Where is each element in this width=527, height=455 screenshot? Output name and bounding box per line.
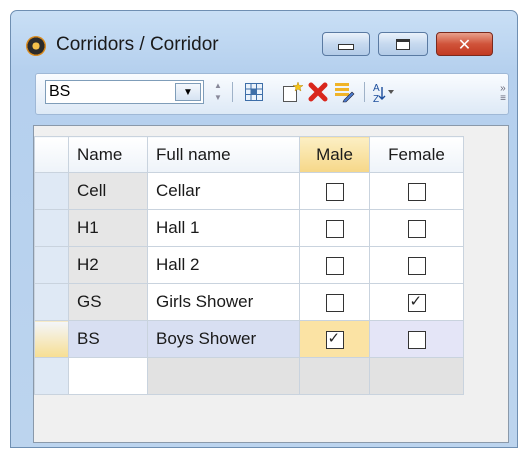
- spin-up-icon[interactable]: ▲: [212, 80, 224, 92]
- cell-female[interactable]: [369, 172, 464, 210]
- checkbox-unchecked[interactable]: [325, 293, 344, 312]
- cell-name[interactable]: BS: [68, 320, 148, 358]
- checkmark-icon: ✓: [409, 291, 423, 310]
- row-selector[interactable]: [34, 320, 69, 358]
- delete-icon-button[interactable]: [306, 80, 330, 104]
- window-title: Corridors / Corridor: [56, 34, 219, 55]
- checkmark-icon: ✓: [327, 328, 341, 347]
- toolbar-separator: [364, 82, 365, 102]
- record-selector-value: BS: [49, 83, 71, 100]
- cell-name[interactable]: H2: [68, 246, 148, 284]
- column-header-full-name[interactable]: Full name: [147, 136, 300, 173]
- cell-female[interactable]: [369, 209, 464, 247]
- chevron-down-icon: ▼: [183, 86, 193, 98]
- cell-female[interactable]: [369, 246, 464, 284]
- row-selector-header[interactable]: [34, 136, 69, 173]
- row-selector[interactable]: [34, 246, 69, 284]
- maximize-button[interactable]: [378, 32, 428, 56]
- grid-panel: Name Full name Male Female Cell Cellar H1 H…: [33, 125, 509, 443]
- cell-female[interactable]: [369, 357, 464, 395]
- edit-list-icon: [335, 83, 355, 103]
- new-record-icon-button[interactable]: [280, 80, 304, 104]
- edit-list-icon-button[interactable]: [332, 80, 356, 104]
- table-icon: [245, 83, 263, 101]
- svg-text:Z: Z: [373, 94, 379, 103]
- table-row[interactable]: BS Boys Shower ✓: [34, 320, 464, 358]
- cell-male[interactable]: [299, 209, 370, 247]
- checkbox-unchecked[interactable]: [325, 219, 344, 238]
- maximize-icon: [396, 38, 410, 50]
- spin-down-icon[interactable]: ▼: [212, 92, 224, 104]
- row-selector[interactable]: [34, 357, 69, 395]
- checkbox-unchecked[interactable]: [407, 182, 426, 201]
- sort-icon-button[interactable]: A Z: [372, 80, 396, 104]
- close-icon: ✕: [457, 34, 472, 54]
- app-clock-icon: [26, 36, 46, 56]
- column-header-name[interactable]: Name: [68, 136, 148, 173]
- checkbox-checked[interactable]: ✓: [325, 328, 344, 349]
- new-record-icon: [283, 81, 303, 102]
- row-selector[interactable]: [34, 209, 69, 247]
- cell-full-name[interactable]: Hall 1: [147, 209, 300, 247]
- sort-icon: A Z: [373, 83, 394, 103]
- toolbar-separator: [232, 82, 233, 102]
- checkbox-unchecked[interactable]: [325, 256, 344, 275]
- table-row[interactable]: H1 Hall 1: [34, 209, 464, 247]
- toolbar: BS ▼ ▲ ▼ A Z » ≡: [35, 73, 509, 115]
- column-header-male[interactable]: Male: [299, 136, 370, 173]
- checkbox-unchecked[interactable]: [407, 219, 426, 238]
- minimize-button[interactable]: [322, 32, 370, 56]
- corridor-grid: Name Full name Male Female Cell Cellar H1 H…: [34, 136, 464, 395]
- table-row[interactable]: Cell Cellar: [34, 172, 464, 210]
- table-row[interactable]: GS Girls Shower ✓: [34, 283, 464, 321]
- cell-male[interactable]: [299, 172, 370, 210]
- checkbox-checked[interactable]: ✓: [407, 291, 426, 312]
- checkbox-unchecked[interactable]: [407, 330, 426, 349]
- cell-female[interactable]: [369, 320, 464, 358]
- cell-name[interactable]: GS: [68, 283, 148, 321]
- corridor-window: Corridors / Corridor ✕ BS ▼ ▲ ▼ A Z » ≡ …: [10, 10, 518, 448]
- cell-male[interactable]: ✓: [299, 320, 370, 358]
- row-selector[interactable]: [34, 283, 69, 321]
- cell-male[interactable]: [299, 246, 370, 284]
- grid-header-row: Name Full name Male Female: [34, 136, 464, 173]
- cell-full-name[interactable]: Cellar: [147, 172, 300, 210]
- cell-full-name[interactable]: Boys Shower: [147, 320, 300, 358]
- cell-full-name[interactable]: Hall 2: [147, 246, 300, 284]
- title-bar[interactable]: Corridors / Corridor ✕: [11, 11, 517, 71]
- new-record-row[interactable]: [34, 357, 464, 395]
- record-selector-combo[interactable]: BS ▼: [45, 80, 204, 104]
- cell-full-name[interactable]: [147, 357, 300, 395]
- cell-name[interactable]: H1: [68, 209, 148, 247]
- cell-name[interactable]: [68, 357, 148, 395]
- delete-icon: [308, 82, 328, 102]
- table-icon-button[interactable]: [242, 80, 266, 104]
- cell-male[interactable]: [299, 283, 370, 321]
- dropdown-arrow-button[interactable]: ▼: [175, 83, 201, 101]
- cell-female[interactable]: ✓: [369, 283, 464, 321]
- svg-text:A: A: [373, 83, 380, 94]
- checkbox-unchecked[interactable]: [325, 182, 344, 201]
- checkbox-unchecked[interactable]: [407, 256, 426, 275]
- row-selector[interactable]: [34, 172, 69, 210]
- close-button[interactable]: ✕: [436, 32, 493, 56]
- cell-full-name[interactable]: Girls Shower: [147, 283, 300, 321]
- record-spinner[interactable]: ▲ ▼: [212, 80, 224, 104]
- cell-male[interactable]: [299, 357, 370, 395]
- minimize-icon: [338, 44, 354, 50]
- toolbar-overflow-grip[interactable]: » ≡: [500, 84, 506, 104]
- table-row[interactable]: H2 Hall 2: [34, 246, 464, 284]
- column-header-female[interactable]: Female: [369, 136, 464, 173]
- cell-name[interactable]: Cell: [68, 172, 148, 210]
